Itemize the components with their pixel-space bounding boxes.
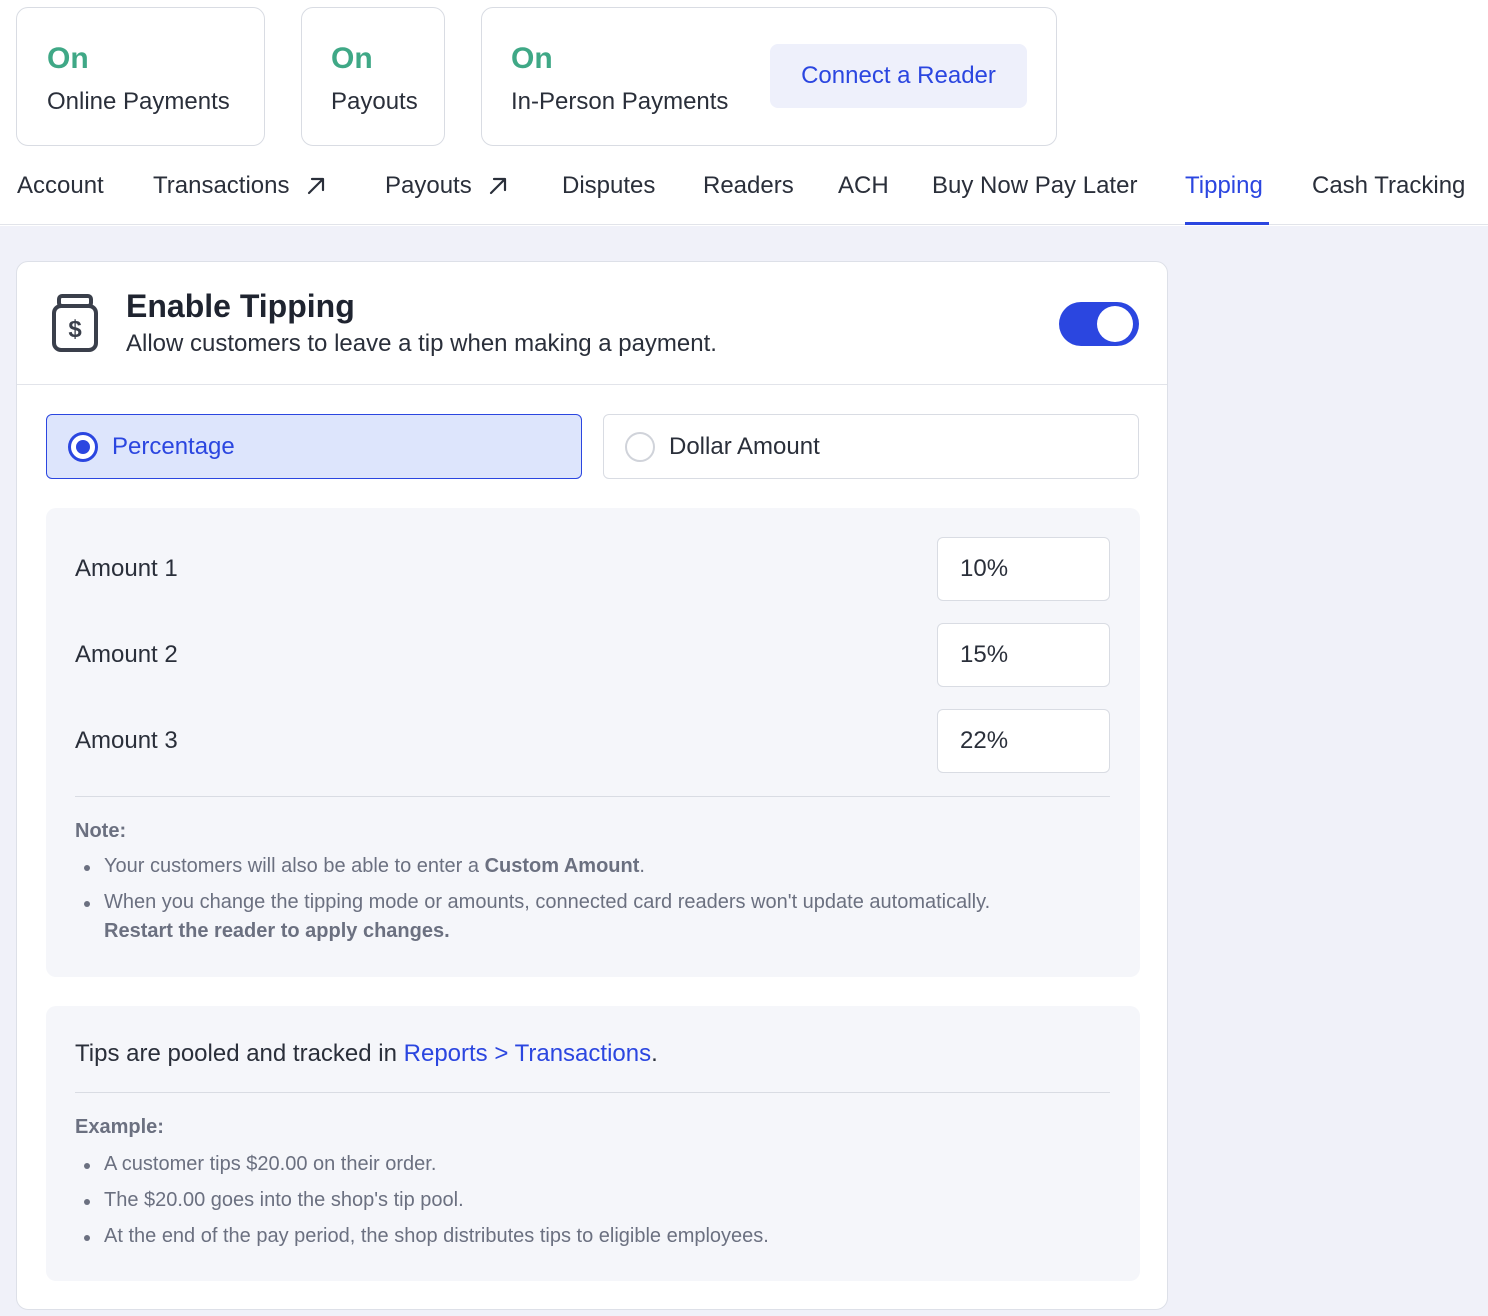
payouts-status: On (331, 42, 373, 75)
radio-dot (76, 440, 90, 454)
connect-reader-button[interactable]: Connect a Reader (770, 44, 1027, 108)
tab-label: Buy Now Pay Later (932, 172, 1138, 199)
divider (75, 1092, 1110, 1093)
tab-label: Disputes (562, 172, 656, 199)
tab-buy-now-pay-later[interactable]: Buy Now Pay Later (932, 172, 1137, 200)
radio-unselected-icon (625, 432, 655, 462)
example-item: The $20.00 goes into the shop's tip pool… (75, 1186, 769, 1215)
tip-pool-panel: Tips are pooled and tracked in Reports >… (46, 1006, 1140, 1281)
amount-row: Amount 2 15% (75, 623, 1111, 687)
pool-description: Tips are pooled and tracked in Reports >… (75, 1040, 658, 1067)
tab-account[interactable]: Account (17, 172, 104, 200)
note-title: Note: (75, 820, 127, 842)
amount-label: Amount 1 (75, 555, 178, 582)
amount-row: Amount 1 10% (75, 537, 1111, 601)
tab-cash-tracking[interactable]: Cash Tracking (1312, 172, 1465, 200)
tab-payouts[interactable]: Payouts (385, 172, 510, 200)
tab-tipping[interactable]: Tipping (1185, 172, 1263, 200)
dollar-amount-option[interactable]: Dollar Amount (603, 414, 1139, 479)
note-list: Your customers will also be able to ente… (75, 852, 990, 953)
tab-label: Readers (703, 172, 794, 199)
tab-readers[interactable]: Readers (703, 172, 794, 200)
divider (75, 796, 1110, 797)
external-link-arrow-icon (489, 177, 506, 195)
tipping-card-header: $ Enable Tipping Allow customers to leav… (17, 262, 1167, 385)
payouts-label: Payouts (331, 88, 418, 115)
amount-row: Amount 3 22% (75, 709, 1111, 773)
tab-label: Transactions (153, 172, 290, 199)
radio-selected-icon (68, 432, 98, 462)
note-item: When you change the tipping mode or amou… (75, 888, 990, 946)
tab-disputes[interactable]: Disputes (562, 172, 655, 200)
amounts-panel: Amount 1 10% Amount 2 15% Amount 3 22% N… (46, 508, 1140, 977)
tab-label: Tipping (1185, 172, 1263, 199)
tab-label: Account (17, 172, 104, 199)
card-subtitle: Allow customers to leave a tip when maki… (126, 330, 717, 357)
in-person-payments-status: On (511, 42, 553, 75)
tip-jar-icon: $ (52, 294, 98, 352)
example-item: A customer tips $20.00 on their order. (75, 1150, 769, 1179)
reports-transactions-link[interactable]: Reports > Transactions (404, 1040, 651, 1067)
external-link-arrow-icon (307, 177, 324, 195)
enable-tipping-toggle[interactable] (1059, 302, 1139, 346)
toggle-knob (1097, 306, 1133, 342)
percentage-option[interactable]: Percentage (46, 414, 582, 479)
note-item: Your customers will also be able to ente… (75, 852, 990, 881)
svg-text:$: $ (68, 316, 82, 343)
example-title: Example: (75, 1116, 164, 1138)
option-label: Percentage (112, 432, 235, 460)
amount-label: Amount 3 (75, 727, 178, 754)
amount-2-input[interactable]: 15% (937, 623, 1110, 687)
tab-ach[interactable]: ACH (838, 172, 889, 200)
amount-label: Amount 2 (75, 641, 178, 668)
top-area: On Online Payments On Payouts On In-Pers… (0, 0, 1488, 225)
tab-label: Cash Tracking (1312, 172, 1466, 199)
tab-bar: Account Transactions Payouts Disputes Re… (0, 150, 1488, 225)
active-tab-indicator (1185, 222, 1269, 225)
payouts-status-card: On Payouts (301, 7, 445, 146)
amount-1-input[interactable]: 10% (937, 537, 1110, 601)
example-list: A customer tips $20.00 on their order. T… (75, 1150, 769, 1258)
card-title: Enable Tipping (126, 288, 355, 324)
amount-3-input[interactable]: 22% (937, 709, 1110, 773)
online-payments-status-card: On Online Payments (16, 7, 265, 146)
online-payments-status: On (47, 42, 89, 75)
tipping-settings-card: $ Enable Tipping Allow customers to leav… (16, 261, 1168, 1310)
tab-label: ACH (838, 172, 889, 199)
online-payments-label: Online Payments (47, 88, 230, 115)
example-item: At the end of the pay period, the shop d… (75, 1222, 769, 1251)
option-label: Dollar Amount (669, 432, 820, 460)
tab-transactions[interactable]: Transactions (153, 172, 328, 200)
in-person-payments-label: In-Person Payments (511, 88, 729, 115)
tab-label: Payouts (385, 172, 472, 199)
